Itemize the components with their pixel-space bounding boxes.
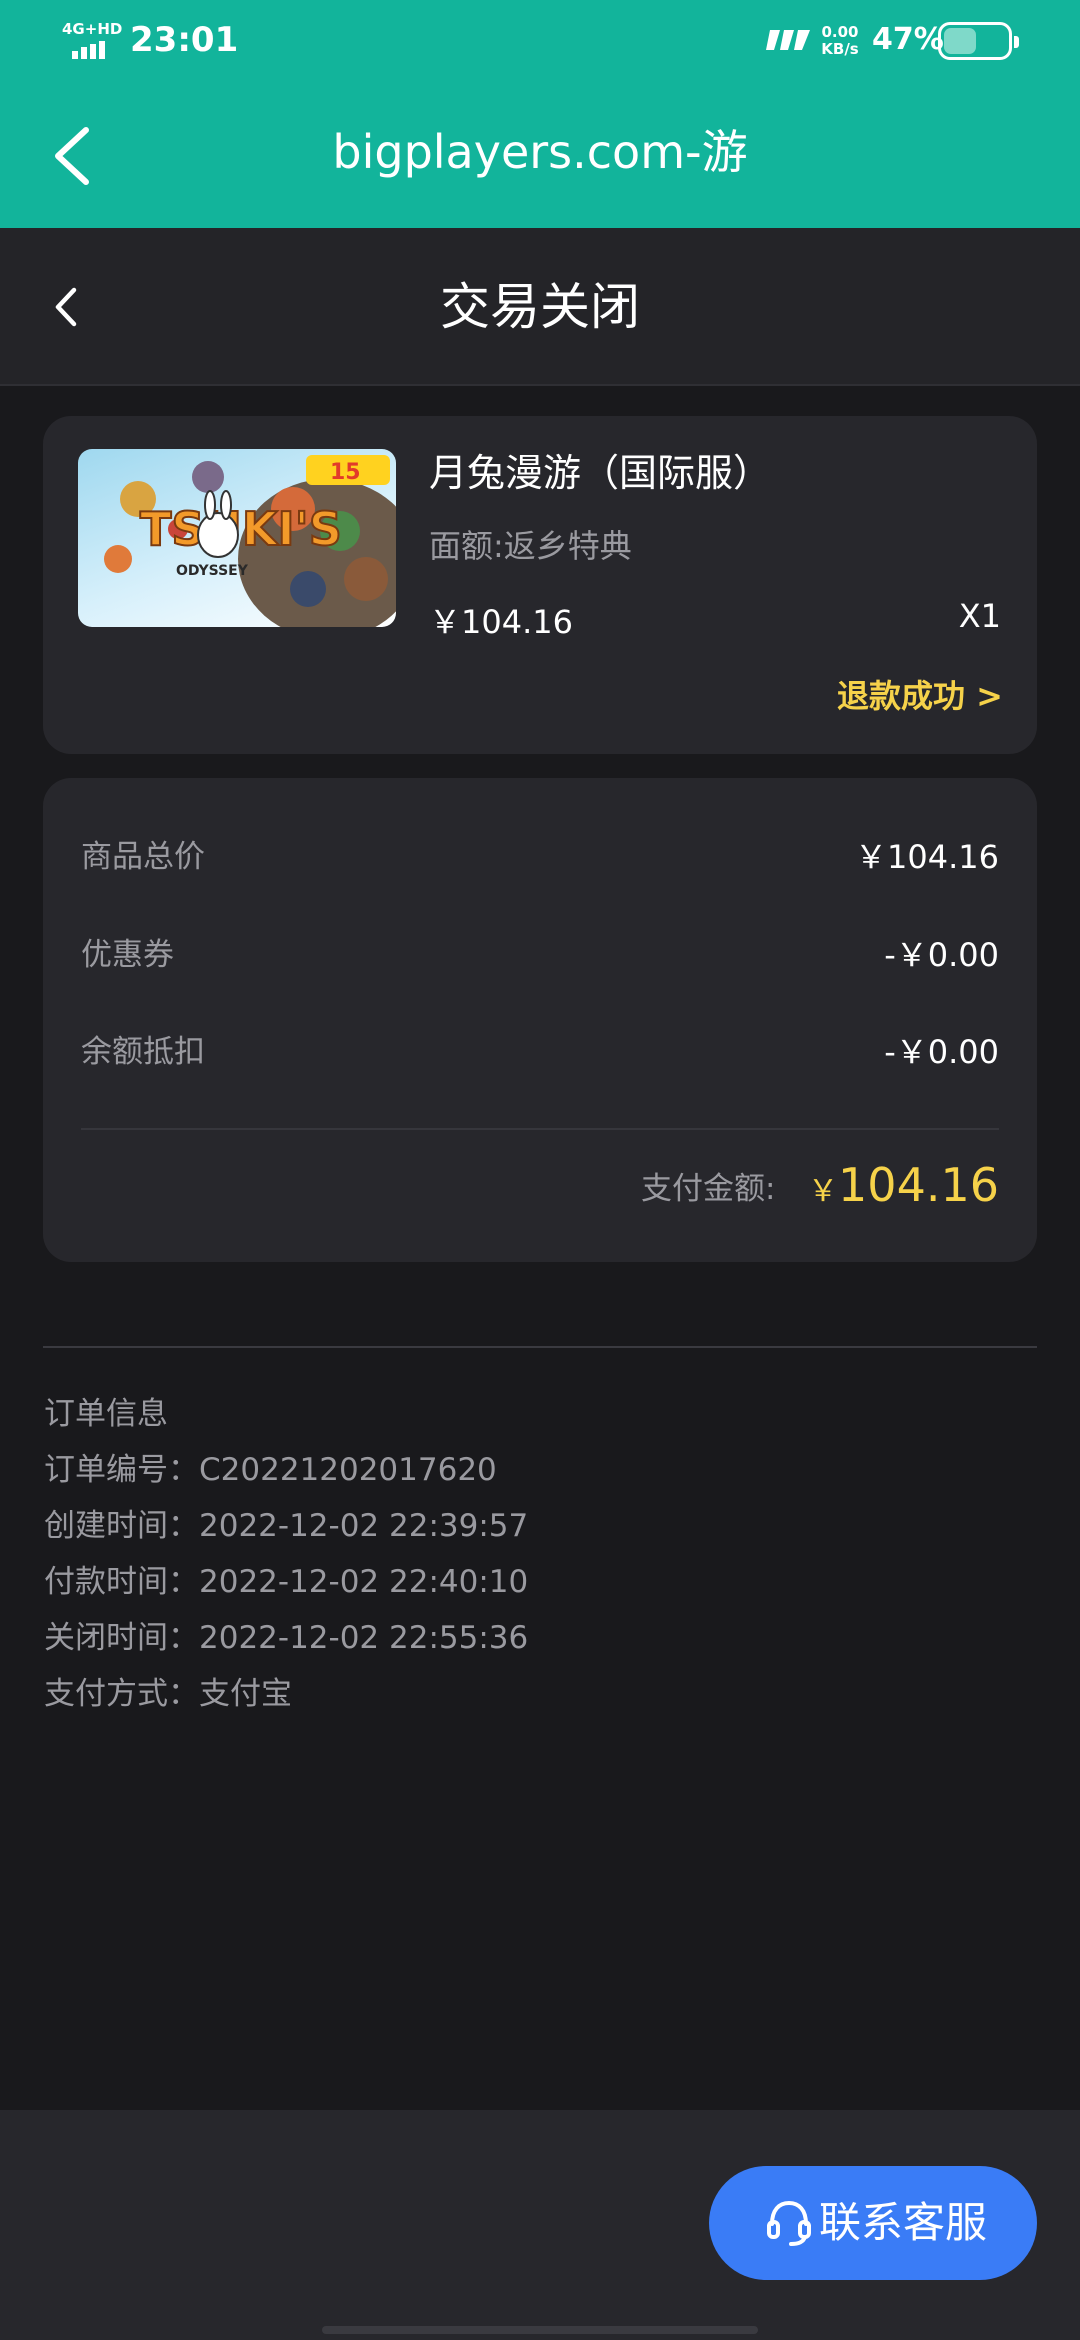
payment-method: 支付方式：支付宝 bbox=[44, 1676, 292, 1712]
speed-icon bbox=[766, 30, 810, 50]
page-header: 交易关闭 bbox=[0, 228, 1080, 386]
product-image-title: TSUKI'S bbox=[140, 502, 342, 556]
product-name: 月兔漫游（国际服） bbox=[429, 451, 772, 495]
product-image: 15 TSUKI'S ODYSSEY bbox=[78, 449, 396, 627]
section-divider bbox=[43, 1346, 1037, 1348]
product-image-badge: 15 bbox=[330, 460, 361, 485]
order-number: 订单编号：C20221202017620 bbox=[44, 1452, 497, 1488]
pay-currency: ￥ bbox=[808, 1174, 839, 1209]
order-info: 订单信息 订单编号：C20221202017620 创建时间：2022-12-0… bbox=[44, 1392, 528, 1728]
pay-amount-value: 104.16 bbox=[838, 1158, 999, 1212]
headset-icon bbox=[767, 2200, 811, 2246]
product-spec: 面额:返乡特典 bbox=[429, 527, 632, 565]
summary-row-balance: 余额抵扣 -￥0.00 bbox=[81, 1027, 999, 1077]
status-bar: 4G+HD 23:01 0.00 KB/s 47% bbox=[0, 0, 1080, 80]
pay-amount: ￥104.16 bbox=[808, 1152, 999, 1229]
product-quantity: X1 bbox=[958, 597, 1001, 635]
network-speed: 0.00 KB/s bbox=[820, 24, 860, 58]
browser-header: bigplayers.com-游 bbox=[0, 80, 1080, 228]
order-info-heading: 订单信息 bbox=[44, 1396, 168, 1432]
paid-time: 付款时间：2022-12-02 22:40:10 bbox=[44, 1564, 529, 1600]
summary-value: -￥0.00 bbox=[884, 1033, 999, 1071]
summary-row-coupon: 优惠券 -￥0.00 bbox=[81, 930, 999, 980]
divider bbox=[81, 1128, 999, 1130]
summary-value: -￥0.00 bbox=[884, 936, 999, 974]
product-price: ￥104.16 bbox=[429, 603, 573, 641]
refund-status-link[interactable]: 退款成功 > bbox=[837, 674, 1003, 718]
product-card[interactable]: 15 TSUKI'S ODYSSEY 月兔漫游（国际服） 面额:返乡特典 ￥10… bbox=[43, 416, 1037, 754]
summary-row-subtotal: 商品总价 ￥104.16 bbox=[81, 832, 999, 882]
summary-label: 商品总价 bbox=[81, 839, 205, 875]
speed-value: 0.00 bbox=[821, 23, 859, 41]
speed-unit: KB/s bbox=[821, 40, 859, 58]
product-image-subtitle: ODYSSEY bbox=[176, 563, 249, 579]
contact-support-label: 联系客服 bbox=[819, 2198, 988, 2247]
summary-value: ￥104.16 bbox=[855, 838, 999, 876]
battery-percent: 47% bbox=[872, 22, 944, 57]
clock: 23:01 bbox=[130, 20, 239, 60]
home-indicator[interactable] bbox=[322, 2326, 758, 2334]
created-time: 创建时间：2022-12-02 22:39:57 bbox=[44, 1508, 529, 1544]
closed-time: 关闭时间：2022-12-02 22:55:36 bbox=[44, 1620, 529, 1656]
price-summary-card: 商品总价 ￥104.16 优惠券 -￥0.00 余额抵扣 -￥0.00 支付金额… bbox=[43, 778, 1037, 1262]
page: 4G+HD 23:01 0.00 KB/s 47% bigplayers.com… bbox=[0, 0, 1080, 2340]
summary-label: 优惠券 bbox=[81, 937, 174, 973]
browser-title: bigplayers.com-游 bbox=[332, 125, 748, 179]
bottom-bar: 联系客服 bbox=[0, 2110, 1080, 2340]
summary-label: 余额抵扣 bbox=[81, 1034, 205, 1070]
network-type: 4G+HD bbox=[62, 20, 123, 38]
contact-support-button[interactable]: 联系客服 bbox=[709, 2166, 1037, 2280]
signal-icon: 4G+HD bbox=[62, 20, 123, 59]
battery-icon bbox=[938, 22, 1019, 60]
page-title: 交易关闭 bbox=[440, 278, 640, 336]
pay-amount-label: 支付金额: bbox=[641, 1171, 776, 1207]
